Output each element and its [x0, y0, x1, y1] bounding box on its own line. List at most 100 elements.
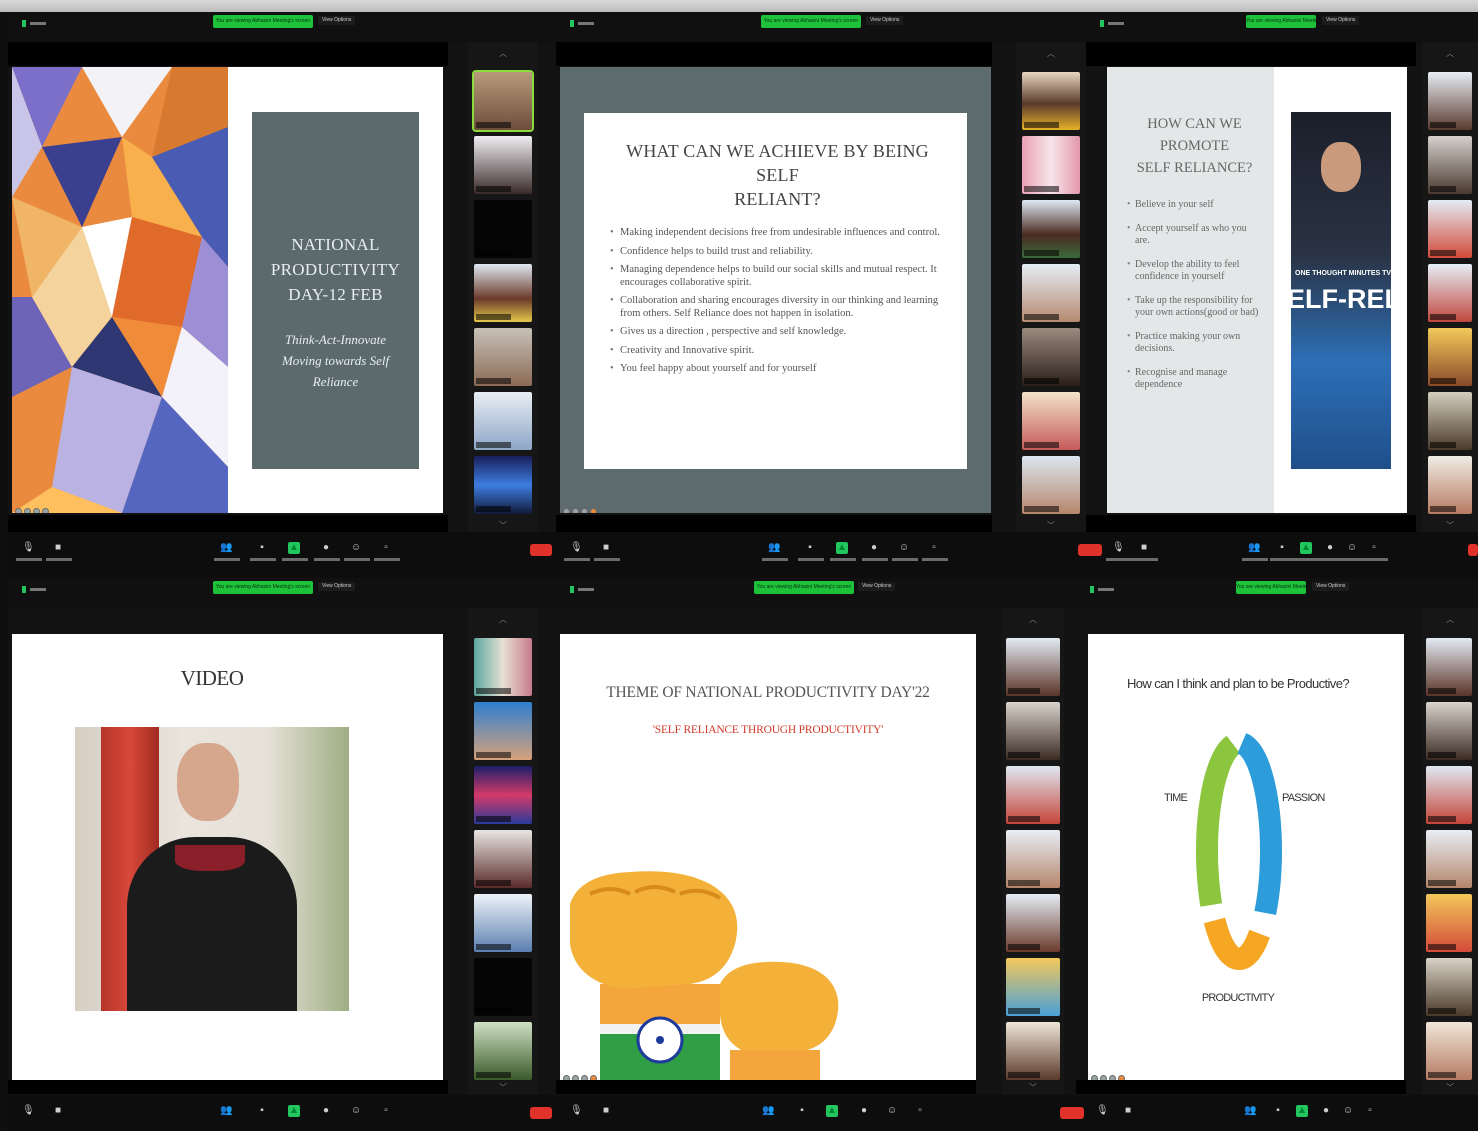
end-meeting-button[interactable]	[1078, 544, 1086, 556]
record-icon[interactable]: ●	[320, 1105, 332, 1117]
participant-strip[interactable]: ︿ ﹀	[1016, 42, 1086, 534]
annotation-toolbar[interactable]	[1091, 1069, 1131, 1080]
participant-tile[interactable]	[474, 958, 532, 1016]
chat-icon[interactable]: ▪	[256, 542, 268, 554]
participant-tile[interactable]	[1022, 392, 1080, 450]
participant-strip[interactable]: ︿ ﹀	[1422, 42, 1478, 534]
participant-tile[interactable]	[1006, 958, 1060, 1016]
participant-strip[interactable]: ︿ ﹀	[1002, 608, 1064, 1094]
participant-tile[interactable]	[1428, 328, 1472, 386]
end-meeting-button[interactable]	[1076, 1107, 1084, 1119]
participant-tile[interactable]	[1428, 72, 1472, 130]
participant-tile[interactable]	[1426, 830, 1472, 888]
share-screen-icon[interactable]: ▲	[1300, 542, 1312, 554]
scroll-down-icon[interactable]: ﹀	[1002, 1082, 1064, 1094]
record-icon[interactable]: ●	[868, 542, 880, 554]
participant-tile[interactable]	[1428, 136, 1472, 194]
participant-tile[interactable]	[1006, 638, 1060, 696]
apps-icon[interactable]: ▫	[1364, 1105, 1376, 1117]
video-frame[interactable]	[75, 727, 349, 1011]
screen-share-indicator[interactable]: You are viewing Abhasini Meeting's scree…	[213, 15, 313, 28]
annotation-toolbar[interactable]	[15, 502, 55, 513]
participant-tile[interactable]	[1428, 200, 1472, 258]
scroll-up-icon[interactable]: ︿	[1422, 614, 1478, 626]
participant-tile[interactable]	[1006, 766, 1060, 824]
participant-tile[interactable]	[1006, 894, 1060, 952]
mute-icon[interactable]: 🎙	[1096, 1105, 1109, 1117]
chat-icon[interactable]: ▪	[804, 542, 816, 554]
screen-share-indicator[interactable]: You are viewing Abhasini Meeting's scree…	[1236, 581, 1306, 594]
participant-tile[interactable]	[474, 702, 532, 760]
scroll-up-icon[interactable]: ︿	[468, 48, 538, 60]
participants-icon[interactable]: 👥	[220, 542, 232, 554]
participants-icon[interactable]: 👥	[1244, 1105, 1256, 1117]
participant-tile[interactable]	[474, 638, 532, 696]
scroll-down-icon[interactable]: ﹀	[1422, 1082, 1478, 1094]
annotation-toolbar[interactable]	[563, 502, 603, 513]
participant-tile[interactable]	[1022, 328, 1080, 386]
mute-icon[interactable]: 🎙	[570, 1105, 583, 1117]
record-icon[interactable]: ●	[320, 542, 332, 554]
end-meeting-button[interactable]	[1086, 544, 1102, 556]
participant-tile[interactable]	[474, 830, 532, 888]
scroll-down-icon[interactable]: ﹀	[468, 520, 538, 532]
participant-tile[interactable]	[1022, 72, 1080, 130]
end-meeting-button[interactable]	[530, 544, 552, 556]
participant-tile[interactable]	[1426, 702, 1472, 760]
reactions-icon[interactable]: ☺	[898, 542, 910, 554]
scroll-up-icon[interactable]: ︿	[1016, 48, 1086, 60]
scroll-down-icon[interactable]: ﹀	[1422, 520, 1478, 532]
participant-tile[interactable]	[1426, 894, 1472, 952]
participant-tile[interactable]	[1006, 1022, 1060, 1080]
participant-tile[interactable]	[472, 70, 534, 132]
participant-tile[interactable]	[1428, 264, 1472, 322]
participant-tile[interactable]	[1006, 702, 1060, 760]
participant-tile[interactable]	[1426, 958, 1472, 1016]
participant-tile[interactable]	[1022, 456, 1080, 514]
participant-tile[interactable]	[474, 264, 532, 322]
chat-icon[interactable]: ▪	[256, 1105, 268, 1117]
chat-icon[interactable]: ▪	[1276, 542, 1288, 554]
view-options-button[interactable]: View Options	[1312, 582, 1350, 591]
mute-icon[interactable]: 🎙	[570, 542, 583, 554]
view-options-button[interactable]: View Options	[318, 582, 356, 591]
share-screen-icon[interactable]: ▲	[836, 542, 848, 554]
participants-icon[interactable]: 👥	[220, 1105, 232, 1117]
apps-icon[interactable]: ▫	[1368, 542, 1380, 554]
screen-share-indicator[interactable]: You are viewing Abhasini Meeting's scree…	[213, 581, 313, 594]
view-options-button[interactable]: View Options	[1322, 16, 1360, 25]
screen-share-indicator[interactable]: You are viewing Abhasini Meeting's scree…	[754, 581, 854, 594]
scroll-up-icon[interactable]: ︿	[1422, 48, 1478, 60]
share-screen-icon[interactable]: ▲	[288, 542, 300, 554]
participant-tile[interactable]	[474, 392, 532, 450]
reactions-icon[interactable]: ☺	[1342, 1105, 1354, 1117]
screen-share-indicator[interactable]: You are viewing Abhasini Meeting's scree…	[1246, 15, 1316, 28]
participant-strip[interactable]: ︿ ﹀	[468, 608, 538, 1094]
participant-strip[interactable]: ︿ ﹀	[1422, 608, 1478, 1094]
end-meeting-button[interactable]	[1060, 1107, 1076, 1119]
scroll-down-icon[interactable]: ﹀	[1016, 520, 1086, 532]
share-screen-icon[interactable]: ▲	[826, 1105, 838, 1117]
end-meeting-button[interactable]	[1468, 544, 1478, 556]
end-meeting-button[interactable]	[530, 1107, 552, 1119]
participant-tile[interactable]	[1428, 392, 1472, 450]
participants-icon[interactable]: 👥	[762, 1105, 774, 1117]
share-screen-icon[interactable]: ▲	[1296, 1105, 1308, 1117]
participant-tile[interactable]	[1022, 136, 1080, 194]
participant-tile[interactable]	[1426, 638, 1472, 696]
scroll-down-icon[interactable]: ﹀	[468, 1082, 538, 1094]
video-icon[interactable]: ■	[1138, 542, 1150, 554]
apps-icon[interactable]: ▫	[380, 1105, 392, 1117]
record-icon[interactable]: ●	[1320, 1105, 1332, 1117]
participants-icon[interactable]: 👥	[768, 542, 780, 554]
mute-icon[interactable]: 🎙	[1112, 542, 1125, 554]
participant-tile[interactable]	[1022, 200, 1080, 258]
participant-tile[interactable]	[474, 456, 532, 514]
participant-tile[interactable]	[474, 200, 532, 258]
chat-icon[interactable]: ▪	[1272, 1105, 1284, 1117]
scroll-up-icon[interactable]: ︿	[468, 614, 538, 626]
mute-icon[interactable]: 🎙	[22, 542, 35, 554]
screen-share-indicator[interactable]: You are viewing Abhasini Meeting's scree…	[761, 15, 861, 28]
mute-icon[interactable]: 🎙	[22, 1105, 35, 1117]
view-options-button[interactable]: View Options	[318, 16, 356, 25]
